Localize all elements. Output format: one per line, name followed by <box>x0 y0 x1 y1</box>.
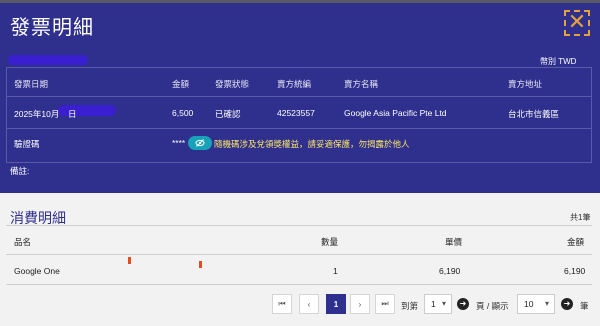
invoice-status: 已確認 <box>215 109 241 119</box>
invoice-date-suffix: 日 <box>68 109 77 119</box>
seller-id: 42523557 <box>277 108 315 118</box>
next-page-button[interactable]: › <box>350 294 370 314</box>
invoice-amount: 6,500 <box>172 108 194 118</box>
remark-label: 備註: <box>10 166 30 176</box>
close-button[interactable]: ✕ <box>564 10 590 36</box>
annotation-mark <box>199 261 202 268</box>
currency-label: 幣別 TWD <box>540 57 577 66</box>
header-seller-id: 賣方統編 <box>277 79 312 89</box>
dialog-title: 發票明細 <box>10 17 94 39</box>
verify-code-warning: 隨機碼涉及兌領獎權益，請妥適保護，勿揭露於他人 <box>214 139 410 149</box>
last-page-button[interactable]: ⏭ <box>375 294 395 314</box>
invoice-date: 2025年10月 <box>14 109 60 119</box>
arrow-right-icon: ➜ <box>459 299 467 308</box>
prev-page-icon: ‹ <box>307 299 311 309</box>
item-unit-price: 6,190 <box>439 266 461 276</box>
page-select[interactable]: 1 ▾ <box>424 294 452 314</box>
chevron-down-icon: ▾ <box>544 299 549 308</box>
divider <box>6 284 592 285</box>
record-count: 共1筆 <box>570 213 591 222</box>
header-seller-address: 賣方地址 <box>508 79 543 89</box>
size-unit-label: 筆 <box>580 301 589 311</box>
page-size-select[interactable]: 10 ▾ <box>517 294 555 314</box>
page-1-button[interactable]: 1 <box>326 294 346 314</box>
divider <box>6 225 592 226</box>
item-amount: 6,190 <box>564 266 586 276</box>
redacted-date-day <box>58 105 116 116</box>
header-invoice-date: 發票日期 <box>14 79 49 89</box>
go-size-button[interactable]: ➜ <box>561 298 573 310</box>
reveal-code-button[interactable] <box>188 136 212 150</box>
page-size-label: 頁 / 顯示 <box>476 301 509 311</box>
seller-address: 台北市信義區 <box>508 109 560 119</box>
first-page-icon: ⏮ <box>278 299 286 308</box>
first-page-button[interactable]: ⏮ <box>272 294 292 314</box>
close-icon: ✕ <box>567 9 587 34</box>
chevron-down-icon: ▾ <box>441 299 446 308</box>
redacted-buyer-name <box>8 55 88 65</box>
last-page-icon: ⏭ <box>381 299 389 308</box>
header-item-name: 品名 <box>14 237 32 247</box>
header-unit-price: 單價 <box>445 237 463 247</box>
seller-name: Google Asia Pacific Pte Ltd <box>344 108 447 118</box>
page-select-value: 1 <box>431 299 436 309</box>
verify-code-label: 驗證碼 <box>14 139 40 149</box>
header-quantity: 數量 <box>321 237 339 247</box>
item-quantity: 1 <box>333 266 338 276</box>
divider <box>7 128 591 129</box>
divider <box>6 254 592 255</box>
next-page-icon: › <box>358 299 362 309</box>
header-amount: 金額 <box>172 79 190 89</box>
header-seller-name: 賣方名稱 <box>344 79 379 89</box>
divider <box>7 96 591 97</box>
page-size-value: 10 <box>524 299 534 309</box>
arrow-right-icon: ➜ <box>563 299 571 308</box>
eye-slash-icon <box>195 139 205 147</box>
goto-label: 到第 <box>401 301 419 311</box>
go-page-button[interactable]: ➜ <box>457 298 469 310</box>
header-item-amount: 金額 <box>567 237 585 247</box>
prev-page-button[interactable]: ‹ <box>299 294 319 314</box>
verify-code-masked: **** <box>172 138 186 148</box>
annotation-mark <box>128 257 131 264</box>
header-status: 發票狀態 <box>215 79 250 89</box>
item-name: Google One <box>14 266 60 276</box>
